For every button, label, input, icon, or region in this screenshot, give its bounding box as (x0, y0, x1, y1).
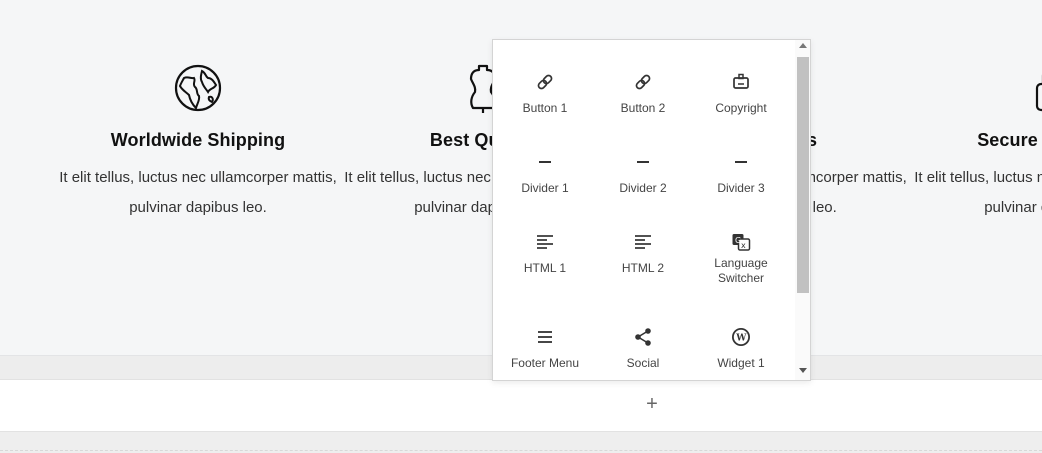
widget-item-button-1[interactable]: Button 1 (496, 72, 594, 116)
widget-item-label: HTML 1 (523, 261, 567, 275)
widget-item-label: Language Switcher (714, 256, 768, 285)
feature-title: Secure Payments (977, 130, 1042, 150)
widget-item-label: Footer Menu (510, 356, 580, 370)
picker-scrollbar[interactable] (795, 40, 810, 380)
widget-item-divider-2[interactable]: Divider 2 (594, 152, 692, 196)
footer-builder-row[interactable] (0, 379, 1042, 432)
link-icon (537, 74, 553, 90)
widget-item-label: Widget 1 (717, 356, 765, 370)
widget-item-language-switcher[interactable]: G x Language Switcher (692, 232, 790, 286)
widget-item-label: Divider 3 (717, 181, 765, 195)
svg-text:x: x (741, 241, 746, 250)
feature-secure-payments: Secure Payments It elit tellus, luctus n… (903, 62, 1042, 223)
lock-icon (1035, 74, 1042, 112)
widget-grid: Button 1 Button 2 Copyright Divider 1 Di… (493, 40, 793, 380)
widget-item-html-2[interactable]: HTML 2 (594, 232, 692, 276)
widget-item-button-2[interactable]: Button 2 (594, 72, 692, 116)
scrollbar-thumb[interactable] (797, 57, 809, 293)
widget-picker-popup: Button 1 Button 2 Copyright Divider 1 Di… (492, 39, 811, 381)
feature-title: Worldwide Shipping (110, 130, 286, 150)
widget-item-divider-1[interactable]: Divider 1 (496, 152, 594, 196)
id-card-icon (733, 73, 749, 89)
widget-item-html-1[interactable]: HTML 1 (496, 232, 594, 276)
widget-item-label: Social (626, 356, 660, 370)
widget-item-widget-1[interactable]: W Widget 1 (692, 327, 790, 371)
divider-icon (637, 161, 649, 163)
widget-item-label: HTML 2 (621, 261, 665, 275)
wordpress-icon: W (732, 328, 750, 346)
widget-item-copyright[interactable]: Copyright (692, 72, 790, 116)
widget-item-label: Button 2 (620, 101, 666, 115)
text-lines-icon (537, 235, 553, 249)
svg-text:W: W (735, 334, 747, 344)
widget-item-label: Button 1 (522, 101, 568, 115)
text-lines-icon (635, 235, 651, 249)
globe-icon (174, 64, 222, 112)
widget-item-label: Copyright (715, 101, 767, 115)
widget-item-label: Divider 1 (521, 181, 569, 195)
link-icon (635, 74, 651, 90)
feature-text: It elit tellus, luctus nec ullamcorper m… (914, 169, 1042, 216)
widget-item-label: Divider 2 (619, 181, 667, 195)
share-icon (635, 328, 651, 346)
scroll-down-arrow-icon[interactable] (799, 368, 807, 373)
feature-worldwide-shipping: Worldwide Shipping It elit tellus, luctu… (48, 62, 348, 223)
translate-icon: G x (732, 234, 751, 251)
dashed-divider (0, 450, 1042, 451)
menu-icon (538, 331, 552, 343)
divider-icon (735, 161, 747, 163)
divider-icon (539, 161, 551, 163)
widget-item-social[interactable]: Social (594, 327, 692, 371)
scroll-up-arrow-icon[interactable] (799, 43, 807, 48)
feature-text: It elit tellus, luctus nec ullamcorper m… (59, 169, 337, 216)
widget-item-divider-3[interactable]: Divider 3 (692, 152, 790, 196)
widget-item-footer-menu[interactable]: Footer Menu (496, 327, 594, 371)
add-widget-button[interactable]: + (640, 392, 664, 416)
